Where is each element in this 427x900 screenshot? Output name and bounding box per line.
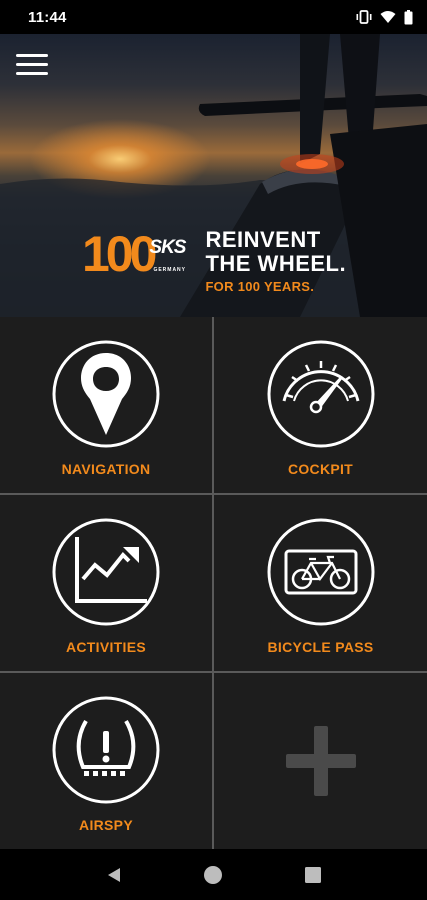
tile-label: ACTIVITIES xyxy=(65,639,146,655)
tagline: REINVENT THE WHEEL. FOR 100 YEARS. xyxy=(205,228,346,296)
status-time: 11:44 xyxy=(28,8,67,26)
tagline-line1: REINVENT xyxy=(205,227,321,252)
sks-logo: SKS GERMANY xyxy=(141,237,193,273)
map-pin-icon xyxy=(52,340,160,448)
home-icon xyxy=(204,865,223,884)
tagline-line3: FOR 100 YEARS. xyxy=(205,279,315,294)
status-bar: 11:44 xyxy=(0,0,427,34)
status-icons xyxy=(356,9,413,25)
back-icon xyxy=(107,867,120,882)
trend-chart-icon xyxy=(52,518,160,626)
home-button[interactable] xyxy=(193,855,233,895)
tagline-line2: THE WHEEL. xyxy=(205,251,347,276)
tire-pressure-icon xyxy=(52,696,160,804)
tile-label: AIRSPY xyxy=(79,817,133,833)
battery-icon xyxy=(404,9,413,24)
feature-grid: NAVIGATION COCKPIT ACTIVITIES BICYCLE PA… xyxy=(0,317,427,849)
tile-add[interactable] xyxy=(214,673,427,849)
menu-icon xyxy=(16,54,48,57)
logo-brand-sub: GERMANY xyxy=(153,267,186,273)
tile-navigation[interactable]: NAVIGATION xyxy=(0,317,212,493)
tile-label: BICYCLE PASS xyxy=(267,639,374,655)
speedometer-icon xyxy=(267,340,374,448)
brand-logo: 100 SKS GERMANY REINVENT THE WHEEL. FOR … xyxy=(82,228,346,296)
logo-brand: SKS xyxy=(149,237,186,258)
hero-banner: 100 SKS GERMANY REINVENT THE WHEEL. FOR … xyxy=(0,34,427,317)
tile-cockpit[interactable]: COCKPIT xyxy=(214,317,427,493)
recents-icon xyxy=(305,866,322,883)
recents-button[interactable] xyxy=(293,855,333,895)
wifi-icon xyxy=(380,11,396,23)
vibrate-icon xyxy=(356,10,372,24)
tile-bicycle-pass[interactable]: BICYCLE PASS xyxy=(214,495,427,671)
plus-icon xyxy=(285,726,356,796)
back-button[interactable] xyxy=(94,855,134,895)
menu-button[interactable] xyxy=(16,54,48,78)
system-nav-bar xyxy=(0,849,427,900)
tile-label: NAVIGATION xyxy=(61,461,151,477)
tile-label: COCKPIT xyxy=(287,461,354,477)
bicycle-icon xyxy=(267,518,374,626)
tile-activities[interactable]: ACTIVITIES xyxy=(0,495,212,671)
tile-airspy[interactable]: AIRSPY xyxy=(0,673,212,849)
